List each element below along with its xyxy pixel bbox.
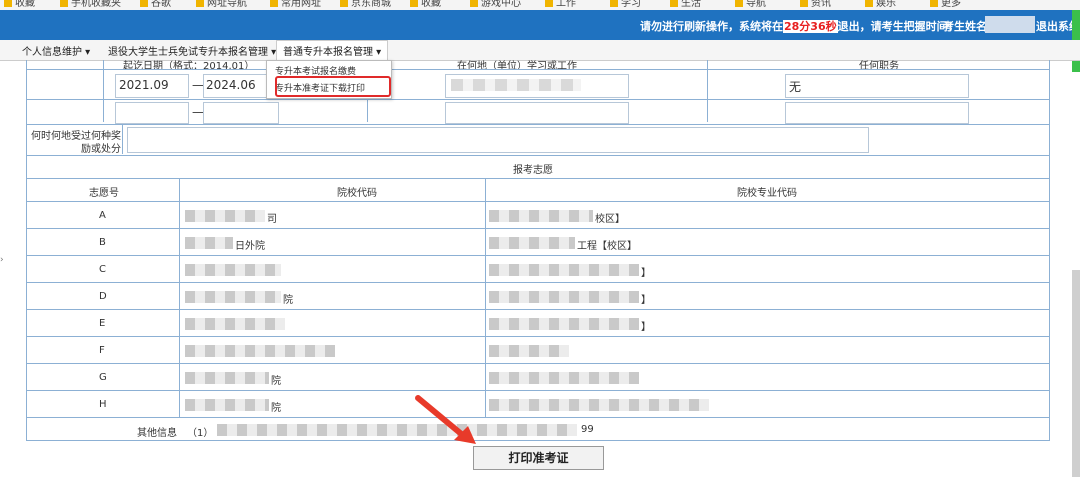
choice-no: G <box>99 372 107 383</box>
redacted-text <box>489 237 575 249</box>
scrollbar[interactable] <box>1072 270 1080 477</box>
choice-no: B <box>99 237 106 248</box>
choice-no: H <box>99 399 107 410</box>
choice-no: A <box>99 210 106 221</box>
col-major-header: 院校专业代码 <box>737 188 797 199</box>
bookmark-item[interactable]: 手机收藏夹 <box>60 0 121 9</box>
post-value: 无 <box>789 80 802 94</box>
redacted-text <box>217 424 577 436</box>
redacted-text <box>185 399 269 411</box>
redacted-text <box>451 79 581 91</box>
start-date-field-2[interactable] <box>115 102 189 124</box>
redacted-text <box>185 237 233 249</box>
bookmark-item[interactable]: 工作 <box>545 0 576 9</box>
redacted-text <box>489 345 569 357</box>
highlight-box <box>275 76 391 97</box>
folder-icon <box>470 0 478 7</box>
bookmark-item[interactable]: 京东商城 <box>340 0 391 9</box>
top-header-bar: 请勿进行刷新操作，系统将在28分36秒退出，请考生把握时间！ 考生姓名 退出系统 <box>0 10 1080 40</box>
post-field-2[interactable] <box>785 102 969 124</box>
menu-personal-info[interactable]: 个人信息维护 ▾ <box>22 43 90 58</box>
student-name-redacted <box>985 16 1035 33</box>
bookmark-item[interactable]: 娱乐 <box>865 0 896 9</box>
redacted-text <box>185 318 285 330</box>
registration-form: 起讫日期（格式：2014.01） 在何地（单位）学习或工作 任何职务 2021.… <box>26 60 1050 441</box>
redacted-text <box>185 345 335 357</box>
redacted-text <box>489 399 709 411</box>
print-admission-ticket-button[interactable]: 打印准考证 <box>473 446 604 470</box>
bookmark-item[interactable]: 谷歌 <box>140 0 171 9</box>
folder-icon <box>545 0 553 7</box>
red-arrow-icon <box>415 395 476 444</box>
folder-icon <box>800 0 808 7</box>
choice-no: F <box>99 345 105 356</box>
bookmark-item[interactable]: 收藏 <box>410 0 441 9</box>
redacted-text <box>489 318 639 330</box>
col-school-header: 院校代码 <box>337 188 377 199</box>
col-no-header: 志愿号 <box>89 188 119 199</box>
post-field[interactable] <box>785 74 969 98</box>
globe-icon <box>140 0 148 7</box>
redacted-text <box>489 291 639 303</box>
other-info-label: 其他信息 <box>137 428 177 439</box>
bookmark-item[interactable]: 更多 <box>930 0 961 9</box>
folder-icon <box>60 0 68 7</box>
redacted-text <box>185 291 281 303</box>
redacted-text <box>185 372 269 384</box>
end-date-field-2[interactable] <box>203 102 279 124</box>
redacted-text <box>185 210 265 222</box>
bookmark-item[interactable]: 资讯 <box>800 0 831 9</box>
bookmark-item[interactable]: 学习 <box>610 0 641 9</box>
menu-regular-registration[interactable]: 普通专升本报名管理 ▾ <box>276 40 389 61</box>
end-date-value: 2024.06 <box>206 78 256 92</box>
redacted-text <box>489 372 639 384</box>
timeout-notice: 请勿进行刷新操作，系统将在28分36秒退出，请考生把握时间！ <box>640 20 959 33</box>
bookmark-item[interactable]: 网址导航 <box>196 0 247 9</box>
folder-icon <box>410 0 418 7</box>
countdown-timer: 28分36秒 <box>783 20 838 33</box>
start-date-value: 2021.09 <box>119 78 169 92</box>
folder-icon <box>340 0 348 7</box>
choices-title: 报考志愿 <box>513 165 553 176</box>
redacted-text <box>489 210 593 222</box>
folder-icon <box>4 0 12 7</box>
reward-field[interactable] <box>127 127 869 153</box>
bookmark-item[interactable]: 生活 <box>670 0 701 9</box>
folder-icon <box>270 0 278 7</box>
student-name-label: 考生姓名 <box>943 20 987 33</box>
other-info-value: （1） <box>187 428 214 439</box>
choice-no: E <box>99 318 106 329</box>
globe-icon <box>196 0 204 7</box>
choice-no: C <box>99 264 106 275</box>
folder-icon <box>670 0 678 7</box>
folder-icon <box>865 0 873 7</box>
folder-icon <box>610 0 618 7</box>
menu-veteran-registration[interactable]: 退役大学生士兵免试专升本报名管理 ▾ <box>108 43 276 58</box>
bookmark-item[interactable]: 导航 <box>735 0 766 9</box>
redacted-text <box>185 264 281 276</box>
redacted-text <box>489 264 639 276</box>
folder-icon <box>930 0 938 7</box>
bookmark-item[interactable]: 游戏中心 <box>470 0 521 9</box>
choice-no: D <box>99 291 107 302</box>
bookmark-item[interactable]: 常用网址 <box>270 0 321 9</box>
left-edge-marker: › <box>0 255 4 265</box>
unit-field-2[interactable] <box>445 102 629 124</box>
folder-icon <box>735 0 743 7</box>
bookmark-item[interactable]: 收藏 <box>4 0 35 9</box>
